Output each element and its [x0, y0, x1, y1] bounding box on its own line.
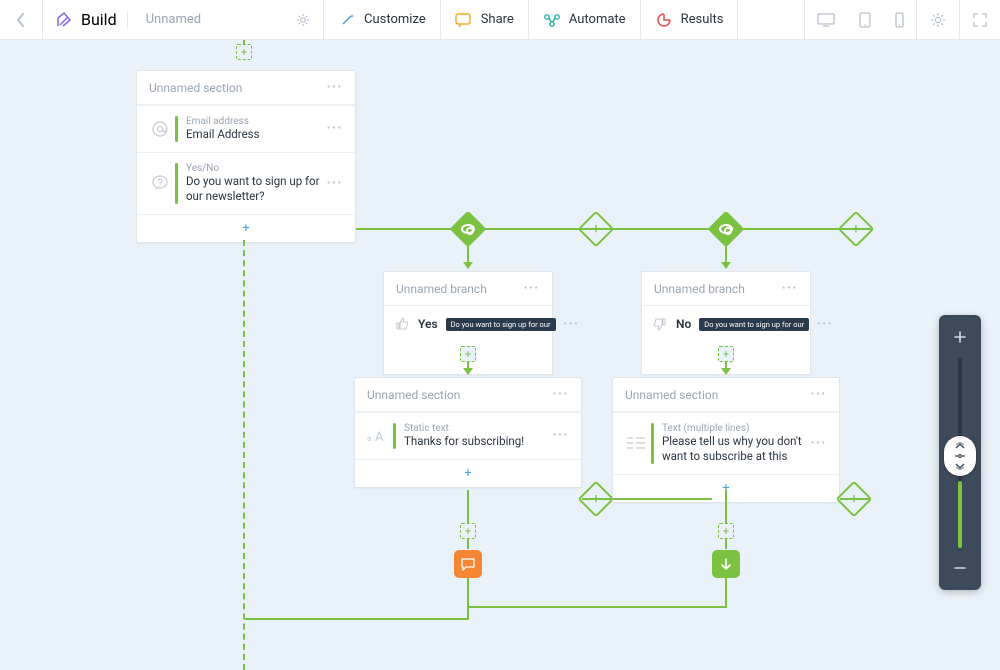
- tablet-icon: [859, 12, 871, 28]
- preview-phone-button[interactable]: [883, 0, 916, 39]
- top-toolbar: Build Customize Share Automate Results: [0, 0, 1000, 40]
- add-node-button[interactable]: +: [236, 44, 252, 60]
- branch-answer-row[interactable]: Yes Do you want to sign up for our •••: [384, 306, 552, 346]
- automate-icon: [543, 11, 561, 29]
- zoom-control: [939, 315, 981, 590]
- expand-icon: [972, 12, 988, 28]
- gear-icon: [929, 11, 947, 29]
- add-node-button[interactable]: +: [718, 523, 734, 539]
- add-field-button[interactable]: +: [355, 459, 581, 487]
- field-row[interactable]: Text (multiple lines) Please tell us why…: [613, 412, 839, 474]
- add-node-button[interactable]: +: [460, 523, 476, 539]
- more-icon[interactable]: •••: [564, 319, 580, 330]
- more-icon[interactable]: •••: [327, 123, 343, 134]
- at-icon: [145, 119, 175, 139]
- more-icon[interactable]: •••: [553, 389, 569, 400]
- branch-decision-node[interactable]: [455, 216, 481, 242]
- section-header[interactable]: Unnamed section •••: [137, 71, 355, 105]
- add-node-button[interactable]: +: [718, 346, 734, 362]
- build-label: Build: [81, 10, 117, 29]
- more-icon[interactable]: •••: [811, 438, 827, 449]
- section-title: Unnamed section: [367, 388, 460, 402]
- more-icon[interactable]: •••: [811, 389, 827, 400]
- share-tab[interactable]: Share: [441, 0, 528, 39]
- branch-decision-node[interactable]: [713, 216, 739, 242]
- preview-desktop-button[interactable]: [805, 0, 847, 39]
- svg-text:A: A: [375, 430, 384, 444]
- more-icon[interactable]: •••: [327, 82, 343, 93]
- branch-header[interactable]: Unnamed branch •••: [642, 272, 810, 306]
- question-icon: [145, 173, 175, 193]
- results-icon: [655, 11, 673, 29]
- section-title: Unnamed section: [149, 81, 242, 95]
- section-header[interactable]: Unnamed section •••: [613, 378, 839, 412]
- form-title-input[interactable]: [138, 12, 258, 27]
- arrow-down-icon: [719, 557, 733, 571]
- section-title: Unnamed section: [625, 388, 718, 402]
- zoom-out-button[interactable]: [948, 556, 972, 580]
- condition-chip[interactable]: Do you want to sign up for our: [699, 318, 809, 331]
- chevron-left-icon: [12, 11, 30, 29]
- share-icon: [455, 11, 473, 29]
- add-node-button[interactable]: +: [460, 346, 476, 362]
- field-row[interactable]: Email address Email Address •••: [137, 105, 355, 152]
- section-header[interactable]: Unnamed section •••: [355, 378, 581, 412]
- svg-text:a: a: [367, 434, 371, 443]
- chat-icon: [460, 556, 476, 572]
- more-icon[interactable]: •••: [817, 319, 833, 330]
- multiline-text-icon: [621, 436, 651, 450]
- back-button[interactable]: [0, 0, 42, 39]
- zoom-in-button[interactable]: [948, 325, 972, 349]
- zoom-reset-icon: [954, 453, 966, 459]
- branch-header[interactable]: Unnamed branch •••: [384, 272, 552, 306]
- flow-canvas[interactable]: + Unnamed section ••• Email address Emai…: [0, 40, 1000, 620]
- phone-icon: [895, 12, 904, 28]
- build-title-zone: Build: [43, 0, 323, 39]
- zoom-slider-knob[interactable]: [944, 436, 976, 476]
- branch-title: Unnamed branch: [654, 282, 745, 296]
- results-tab[interactable]: Results: [641, 0, 738, 39]
- text-size-icon: aA: [363, 428, 393, 444]
- fullscreen-button[interactable]: [960, 0, 1000, 39]
- branch-title: Unnamed branch: [396, 282, 487, 296]
- add-field-button[interactable]: +: [137, 214, 355, 242]
- more-icon[interactable]: •••: [553, 430, 569, 441]
- condition-chip[interactable]: Do you want to sign up for our: [446, 318, 556, 331]
- settings-button[interactable]: [917, 0, 959, 39]
- zoom-slider-track[interactable]: [958, 357, 962, 548]
- thumbs-down-icon: [652, 314, 668, 334]
- more-icon[interactable]: •••: [327, 178, 343, 189]
- add-branch-node[interactable]: +: [843, 216, 869, 242]
- child-section-card[interactable]: Unnamed section ••• aA Static text Thank…: [354, 377, 582, 488]
- field-row[interactable]: aA Static text Thanks for subscribing! •…: [355, 412, 581, 459]
- more-icon[interactable]: •••: [524, 283, 540, 294]
- more-icon[interactable]: •••: [782, 283, 798, 294]
- automate-tab[interactable]: Automate: [529, 0, 640, 39]
- title-settings-icon[interactable]: [295, 12, 311, 28]
- add-branch-node[interactable]: +: [583, 216, 609, 242]
- end-node-message[interactable]: [454, 550, 482, 578]
- desktop-icon: [817, 13, 835, 27]
- root-section-card[interactable]: Unnamed section ••• Email address Email …: [136, 70, 356, 243]
- end-node-continue[interactable]: [712, 550, 740, 578]
- customize-tab[interactable]: Customize: [324, 0, 440, 39]
- wand-icon: [338, 11, 356, 29]
- child-section-card[interactable]: Unnamed section ••• Text (multiple lines…: [612, 377, 840, 503]
- chevron-up-icon: [954, 442, 966, 450]
- branch-answer-row[interactable]: No Do you want to sign up for our •••: [642, 306, 810, 346]
- chevron-down-icon: [954, 462, 966, 470]
- thumbs-up-icon: [394, 314, 410, 334]
- preview-tablet-button[interactable]: [847, 0, 883, 39]
- field-row[interactable]: Yes/No Do you want to sign up for our ne…: [137, 152, 355, 214]
- build-icon: [55, 11, 73, 29]
